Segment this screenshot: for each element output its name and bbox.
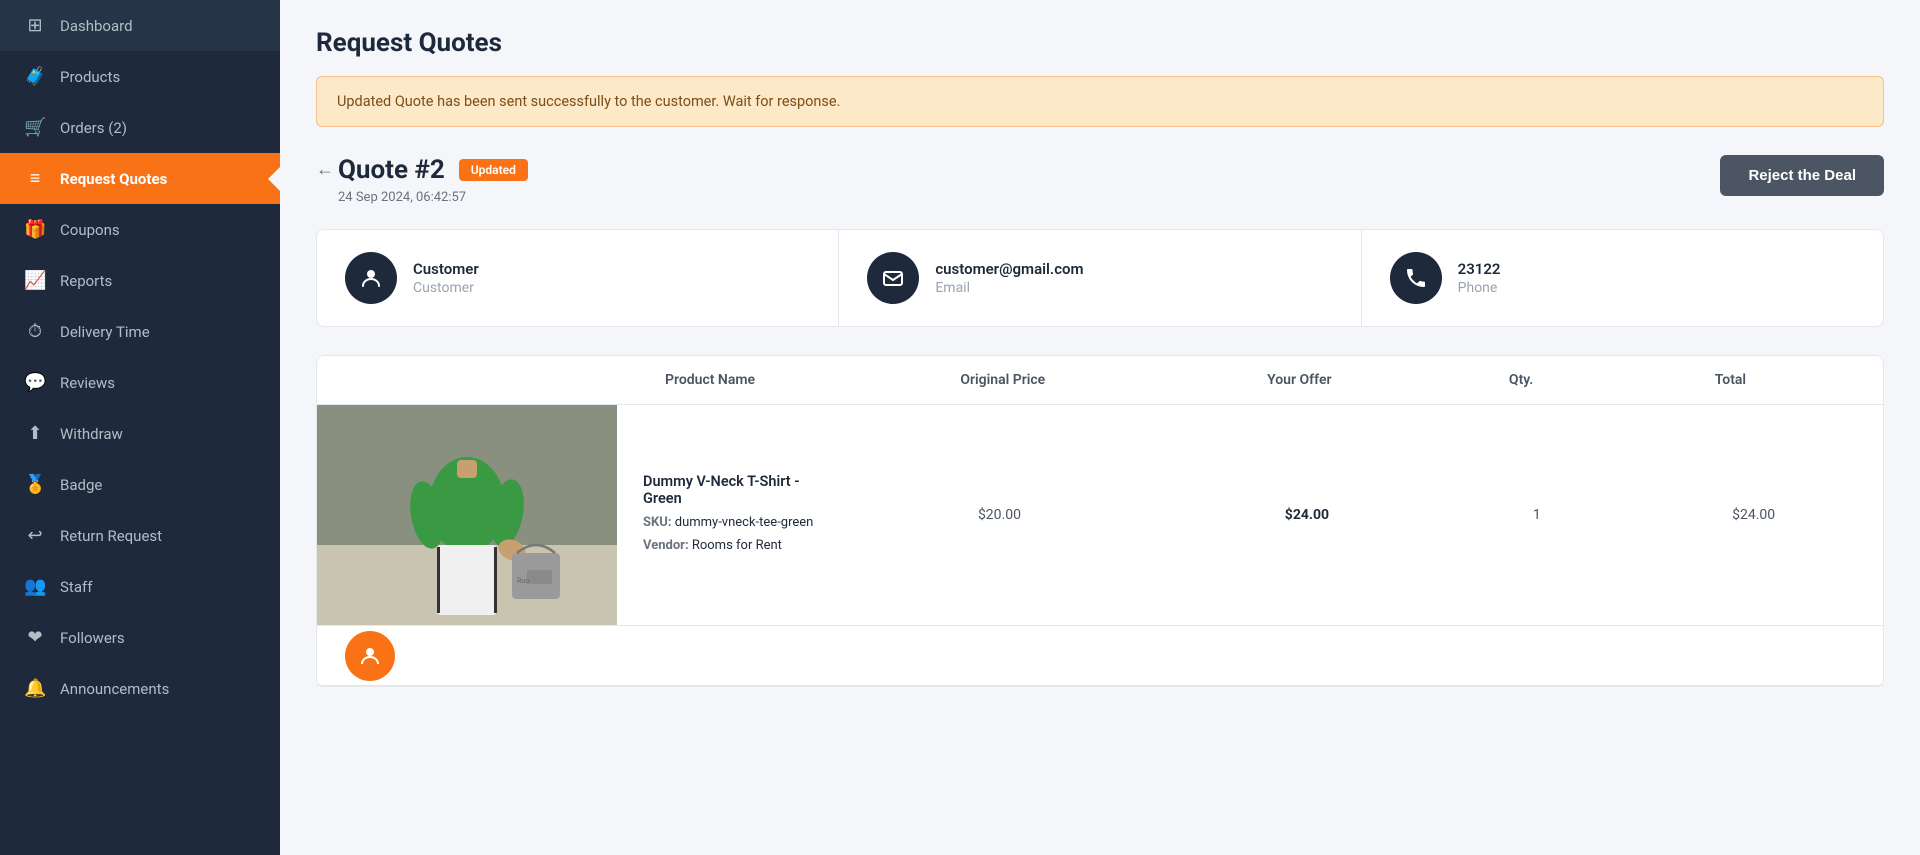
original-price: $20.00 xyxy=(844,507,1154,523)
product-info: Dummy V-Neck T-Shirt -Green SKU: dummy-v… xyxy=(633,453,823,576)
main-content: Request Quotes Updated Quote has been se… xyxy=(280,0,1920,855)
customer-name-label: Customer xyxy=(413,280,479,296)
customer-email-card: customer@gmail.com Email xyxy=(839,230,1361,326)
product-name: Dummy V-Neck T-Shirt -Green xyxy=(643,473,813,507)
nav-label-coupons: Coupons xyxy=(60,221,120,239)
customer-email-value: customer@gmail.com xyxy=(935,260,1083,278)
nav-icon-staff: 👥 xyxy=(24,576,46,597)
nav-icon-reports: 📈 xyxy=(24,270,46,291)
nav-label-request-quotes: Request Quotes xyxy=(60,170,167,188)
sidebar-item-followers[interactable]: ❤ Followers xyxy=(0,612,280,663)
nav-label-dashboard: Dashboard xyxy=(60,17,133,35)
phone-icon xyxy=(1390,252,1442,304)
your-offer: $24.00 xyxy=(1165,507,1450,523)
nav-label-return-request: Return Request xyxy=(60,527,162,545)
col-product-name: Product Name xyxy=(345,372,843,388)
page-title: Request Quotes xyxy=(316,28,1884,58)
nav-label-withdraw: Withdraw xyxy=(60,425,123,443)
sidebar-item-products[interactable]: 🧳 Products xyxy=(0,51,280,102)
nav-icon-withdraw: ⬆ xyxy=(24,423,46,444)
nav-label-reviews: Reviews xyxy=(60,374,115,392)
nav-icon-request-quotes: ≡ xyxy=(24,168,46,189)
nav-icon-reviews: 💬 xyxy=(24,372,46,393)
sidebar-item-badge[interactable]: 🏅 Badge xyxy=(0,459,280,510)
sidebar-item-reviews[interactable]: 💬 Reviews xyxy=(0,357,280,408)
sidebar-item-announcements[interactable]: 🔔 Announcements xyxy=(0,663,280,714)
svg-text:Roo: Roo xyxy=(517,577,529,585)
customer-name-value: Customer xyxy=(413,260,479,278)
nav-label-staff: Staff xyxy=(60,578,92,596)
nav-label-orders: Orders (2) xyxy=(60,119,127,137)
nav-icon-badge: 🏅 xyxy=(24,474,46,495)
sidebar-item-request-quotes[interactable]: ≡ Request Quotes xyxy=(0,153,280,204)
email-icon xyxy=(867,252,919,304)
table-header: Product Name Original Price Your Offer Q… xyxy=(317,356,1883,405)
nav-icon-dashboard: ⊞ xyxy=(24,15,46,36)
sidebar-item-coupons[interactable]: 🎁 Coupons xyxy=(0,204,280,255)
customer-info-cards: Customer Customer customer@gmail.com Ema… xyxy=(316,229,1884,327)
second-product-row-partial xyxy=(317,626,1883,686)
sidebar-item-orders[interactable]: 🛒 Orders (2) xyxy=(0,102,280,153)
nav-icon-return-request: ↩ xyxy=(24,525,46,546)
reject-deal-button[interactable]: Reject the Deal xyxy=(1720,155,1884,196)
product-image: Roo xyxy=(317,405,617,625)
col-your-offer: Your Offer xyxy=(1162,372,1436,388)
nav-label-announcements: Announcements xyxy=(60,680,169,698)
qty: 1 xyxy=(1459,507,1614,523)
nav-icon-delivery-time: ⏱ xyxy=(24,321,46,342)
product-cell: Roo Dummy V-Neck T-Shirt -Green SKU: dum… xyxy=(317,405,834,625)
sidebar-item-dashboard[interactable]: ⊞ Dashboard xyxy=(0,0,280,51)
nav-icon-followers: ❤ xyxy=(24,627,46,648)
sidebar-item-withdraw[interactable]: ⬆ Withdraw xyxy=(0,408,280,459)
customer-name-card: Customer Customer xyxy=(317,230,839,326)
nav-icon-announcements: 🔔 xyxy=(24,678,46,699)
sidebar: ⊞ Dashboard 🧳 Products 🛒 Orders (2) ≡ Request Q… xyxy=(0,0,280,855)
col-qty: Qty. xyxy=(1446,372,1596,388)
sidebar-item-return-request[interactable]: ↩ Return Request xyxy=(0,510,280,561)
table-row: Roo Dummy V-Neck T-Shirt -Green SKU: dum… xyxy=(317,405,1883,626)
products-table: Product Name Original Price Your Offer Q… xyxy=(316,355,1884,687)
nav-label-reports: Reports xyxy=(60,272,112,290)
customer-phone-value: 23122 xyxy=(1458,260,1501,278)
nav-icon-products: 🧳 xyxy=(24,66,46,87)
sidebar-item-staff[interactable]: 👥 Staff xyxy=(0,561,280,612)
col-total: Total xyxy=(1606,372,1855,388)
customer-icon xyxy=(345,252,397,304)
alert-banner: Updated Quote has been sent successfully… xyxy=(316,76,1884,127)
nav-icon-orders: 🛒 xyxy=(24,117,46,138)
quote-status-badge: Updated xyxy=(459,159,528,181)
total: $24.00 xyxy=(1624,507,1883,523)
back-arrow[interactable]: ← xyxy=(316,159,334,180)
product-meta: SKU: dummy-vneck-tee-green Vendor: Rooms… xyxy=(643,512,813,556)
nav-label-delivery-time: Delivery Time xyxy=(60,323,150,341)
sidebar-item-delivery-time[interactable]: ⏱ Delivery Time xyxy=(0,306,280,357)
customer-phone-card: 23122 Phone xyxy=(1362,230,1883,326)
nav-label-badge: Badge xyxy=(60,476,102,494)
sidebar-item-reports[interactable]: 📈 Reports xyxy=(0,255,280,306)
nav-label-products: Products xyxy=(60,68,120,86)
customer-phone-label: Phone xyxy=(1458,280,1501,296)
nav-icon-coupons: 🎁 xyxy=(24,219,46,240)
quote-title: Quote #2 xyxy=(338,155,445,185)
customer-email-label: Email xyxy=(935,280,1083,296)
quote-header: ← Quote #2 Updated 24 Sep 2024, 06:42:57… xyxy=(316,155,1884,205)
nav-label-followers: Followers xyxy=(60,629,125,647)
quote-date: 24 Sep 2024, 06:42:57 xyxy=(338,190,528,205)
col-original-price: Original Price xyxy=(853,372,1152,388)
